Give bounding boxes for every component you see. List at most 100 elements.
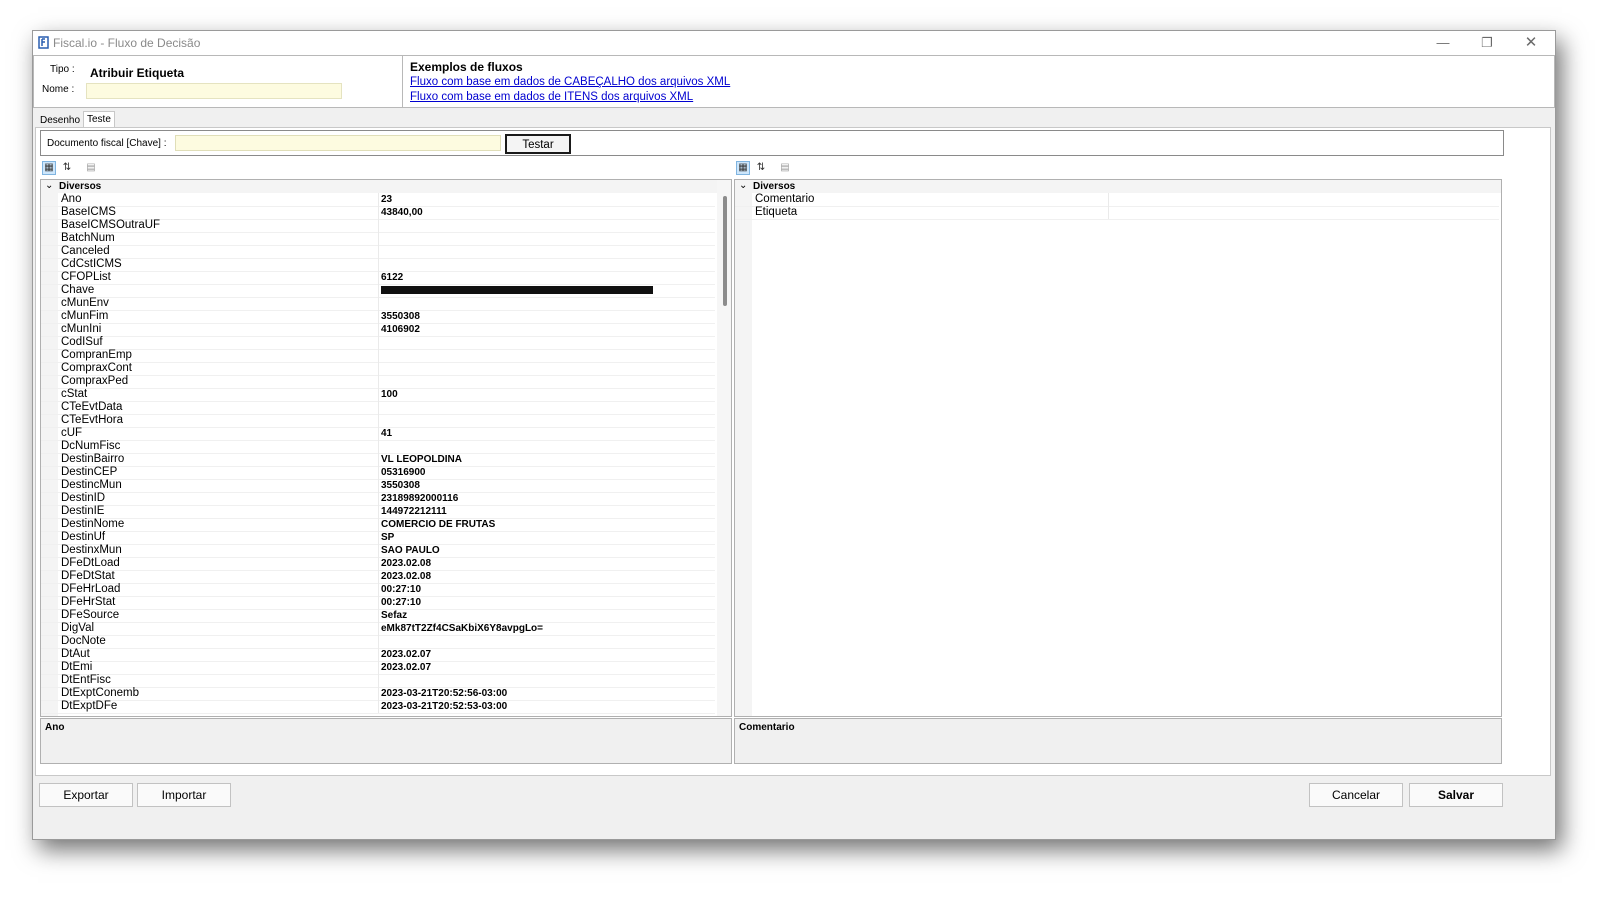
chevron-down-icon[interactable]: ⌄ xyxy=(739,180,747,191)
property-row[interactable]: CodISuf xyxy=(41,336,715,350)
cancel-button[interactable]: Cancelar xyxy=(1309,783,1403,807)
property-value[interactable]: SP xyxy=(381,532,394,544)
tab-teste[interactable]: Teste xyxy=(83,111,115,127)
tab-desenho[interactable]: Desenho xyxy=(37,113,83,128)
property-row[interactable]: DcNumFisc xyxy=(41,440,715,454)
property-row[interactable]: Ano 23 xyxy=(41,193,715,207)
test-button[interactable]: Testar xyxy=(505,134,571,154)
column-separator xyxy=(378,362,379,375)
property-row[interactable]: DFeHrStat 00:27:10 xyxy=(41,596,715,610)
property-row[interactable]: DFeDtLoad 2023.02.08 xyxy=(41,557,715,571)
property-value[interactable]: 05316900 xyxy=(381,467,426,479)
property-name: CdCstICMS xyxy=(61,258,122,270)
property-value[interactable]: COMERCIO DE FRUTAS xyxy=(381,519,495,531)
property-row[interactable]: DestinBairro VL LEOPOLDINA xyxy=(41,453,715,467)
nome-input[interactable] xyxy=(86,83,342,99)
property-value[interactable]: 4106902 xyxy=(381,324,420,336)
property-row[interactable]: BaseICMSOutraUF xyxy=(41,219,715,233)
property-value[interactable]: 2023-03-21T20:52:53-03:00 xyxy=(381,701,507,713)
property-row[interactable]: DestincMun 3550308 xyxy=(41,479,715,493)
property-value[interactable]: 2023.02.08 xyxy=(381,571,431,583)
property-name: CodISuf xyxy=(61,336,103,348)
property-value[interactable]: SAO PAULO xyxy=(381,545,440,557)
header-flow-example-link[interactable]: Fluxo com base em dados de CABEÇALHO dos… xyxy=(410,76,730,88)
property-row[interactable]: DestinIE 144972212111 xyxy=(41,505,715,519)
property-row[interactable]: CdCstICMS xyxy=(41,258,715,272)
property-value[interactable]: 6122 xyxy=(381,272,403,284)
export-button[interactable]: Exportar xyxy=(39,783,133,807)
minimize-button[interactable]: — xyxy=(1421,31,1465,55)
property-pages-icon[interactable]: ▤ xyxy=(778,161,792,175)
items-flow-example-link[interactable]: Fluxo com base em dados de ITENS dos arq… xyxy=(410,91,693,103)
property-value[interactable]: Sefaz xyxy=(381,610,407,622)
property-pages-icon[interactable]: ▤ xyxy=(84,161,98,175)
property-row[interactable]: Chave xyxy=(41,284,715,298)
property-value[interactable]: 2023.02.07 xyxy=(381,662,431,674)
property-row[interactable]: cStat 100 xyxy=(41,388,715,402)
property-value[interactable]: VL LEOPOLDINA xyxy=(381,454,462,466)
import-button[interactable]: Importar xyxy=(137,783,231,807)
document-key-input[interactable] xyxy=(175,135,501,151)
property-row[interactable]: CTeEvtHora xyxy=(41,414,715,428)
category-header[interactable]: ⌄ Diversos xyxy=(735,180,1501,193)
property-value[interactable]: 3550308 xyxy=(381,311,420,323)
restore-button[interactable]: ❐ xyxy=(1465,31,1509,55)
categorized-icon[interactable]: ▦ xyxy=(42,161,56,175)
property-row[interactable]: DigVal eMk87tT2Zf4CSaKbiX6Y8avpgLo= xyxy=(41,622,715,636)
column-separator xyxy=(378,648,379,661)
property-row[interactable]: DocNote xyxy=(41,635,715,649)
property-row[interactable]: CompranEmp xyxy=(41,349,715,363)
property-row[interactable]: ComprаxCont xyxy=(41,362,715,376)
property-value[interactable]: 00:27:10 xyxy=(381,597,421,609)
property-value[interactable]: 3550308 xyxy=(381,480,420,492)
scrollbar-thumb[interactable] xyxy=(723,196,727,306)
property-row[interactable]: DFeDtStat 2023.02.08 xyxy=(41,570,715,584)
left-property-grid[interactable]: ⌄ Diversos Ano 23 BaseICMS 43840,00 BaseICMS… xyxy=(40,179,732,717)
property-row[interactable]: DestinCEP 05316900 xyxy=(41,466,715,480)
property-value[interactable]: 23 xyxy=(381,194,392,206)
property-row[interactable]: cUF 41 xyxy=(41,427,715,441)
property-row[interactable]: DFeSource Sefaz xyxy=(41,609,715,623)
close-button[interactable]: ✕ xyxy=(1509,31,1553,55)
property-row[interactable]: DtExptConemb 2023-03-21T20:52:56-03:00 xyxy=(41,687,715,701)
property-row[interactable]: Comentario xyxy=(735,193,1499,207)
save-button[interactable]: Salvar xyxy=(1409,783,1503,807)
property-value[interactable]: 43840,00 xyxy=(381,207,423,219)
property-row[interactable]: cMunFim 3550308 xyxy=(41,310,715,324)
property-value[interactable]: 100 xyxy=(381,389,398,401)
property-row[interactable]: DestinNome COMERCIO DE FRUTAS xyxy=(41,518,715,532)
property-row[interactable]: ComprаxPed xyxy=(41,375,715,389)
property-row[interactable]: DFeHrLoad 00:27:10 xyxy=(41,583,715,597)
right-property-grid[interactable]: ⌄ Diversos Comentario Etiqueta xyxy=(734,179,1502,717)
property-row[interactable]: CFOPList 6122 xyxy=(41,271,715,285)
left-grid-scrollbar[interactable] xyxy=(717,180,731,716)
property-value[interactable]: 2023-03-21T20:52:56-03:00 xyxy=(381,688,507,700)
property-value[interactable]: 41 xyxy=(381,428,392,440)
property-value[interactable]: 23189892000116 xyxy=(381,493,458,505)
alphabetical-sort-icon[interactable]: ⇅ xyxy=(60,161,74,175)
property-row[interactable]: cMunIni 4106902 xyxy=(41,323,715,337)
property-row[interactable]: DtEmi 2023.02.07 xyxy=(41,661,715,675)
column-separator xyxy=(378,544,379,557)
property-row[interactable]: DtEntFisc xyxy=(41,674,715,688)
property-row[interactable]: DtAut 2023.02.07 xyxy=(41,648,715,662)
property-value[interactable]: eMk87tT2Zf4CSaKbiX6Y8avpgLo= xyxy=(381,623,543,635)
property-value[interactable]: 2023.02.07 xyxy=(381,649,431,661)
property-row[interactable]: DestinUf SP xyxy=(41,531,715,545)
categorized-icon[interactable]: ▦ xyxy=(736,161,750,175)
property-row[interactable]: Etiqueta xyxy=(735,206,1499,220)
property-value[interactable]: 00:27:10 xyxy=(381,584,421,596)
property-row[interactable]: DestinxMun SAO PAULO xyxy=(41,544,715,558)
property-row[interactable]: cMunEnv xyxy=(41,297,715,311)
property-row[interactable]: DestinID 23189892000116 xyxy=(41,492,715,506)
chevron-down-icon[interactable]: ⌄ xyxy=(45,180,53,191)
property-value[interactable]: 144972212111 xyxy=(381,506,447,518)
property-row[interactable]: BatchNum xyxy=(41,232,715,246)
property-row[interactable]: DtExptDFe 2023-03-21T20:52:53-03:00 xyxy=(41,700,715,714)
category-header[interactable]: ⌄ Diversos xyxy=(41,180,731,193)
property-row[interactable]: Canceled xyxy=(41,245,715,259)
alphabetical-sort-icon[interactable]: ⇅ xyxy=(754,161,768,175)
property-row[interactable]: CTeEvtData xyxy=(41,401,715,415)
property-value[interactable]: 2023.02.08 xyxy=(381,558,431,570)
property-row[interactable]: BaseICMS 43840,00 xyxy=(41,206,715,220)
